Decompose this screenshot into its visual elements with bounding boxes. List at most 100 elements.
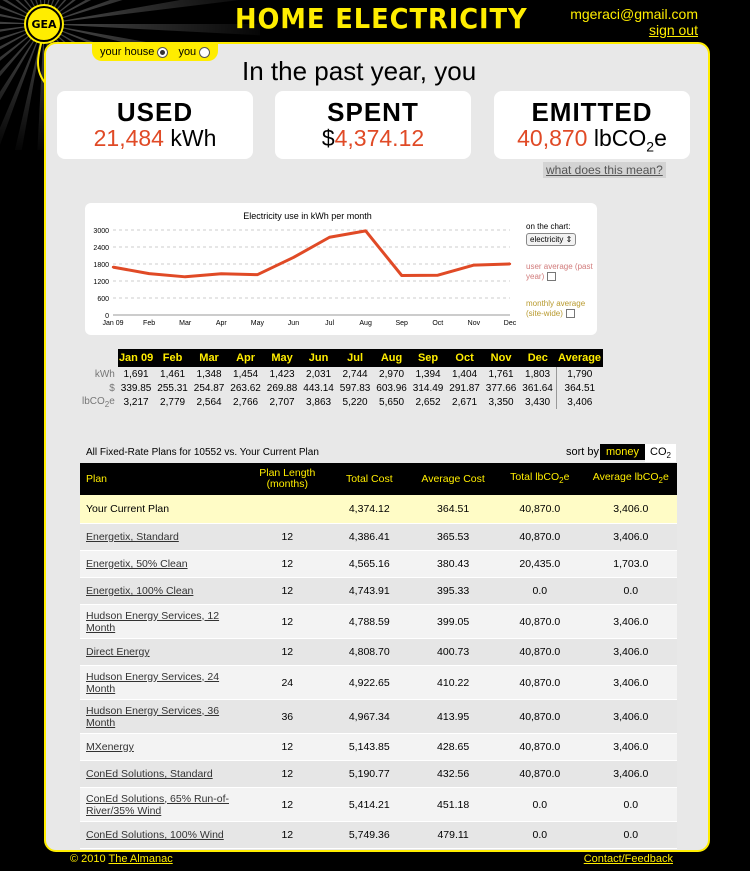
- plan-total-co2-cell: 40,870.0: [495, 604, 585, 639]
- row-label-dollar: $: [109, 382, 115, 394]
- data-point: [328, 236, 331, 239]
- plan-avg-cost-cell: 400.73: [411, 638, 495, 666]
- month-value-cell: 2,779: [160, 396, 186, 408]
- user-average-toggle[interactable]: user average (past year): [526, 262, 594, 282]
- co2-label-tail: e: [109, 395, 115, 407]
- plan-length-cell: 36: [247, 699, 328, 734]
- sort-money-button[interactable]: money: [600, 444, 646, 460]
- x-tick-label: Jan 09: [102, 320, 123, 327]
- plan-name-link[interactable]: ConEd Solutions, 65% Run-of-River/35% Wi…: [86, 793, 229, 817]
- plan-total-cost-cell: 4,743.91: [327, 577, 412, 605]
- x-tick-label: Jul: [325, 320, 334, 327]
- month-header: Jul: [336, 349, 374, 367]
- month-header: Nov: [482, 349, 520, 367]
- month-header: Average: [556, 349, 603, 367]
- plan-length-cell: 12: [247, 577, 328, 605]
- plan-total-co2-cell: 20,435.0: [495, 550, 585, 578]
- scope-toggle: your house you: [92, 43, 219, 61]
- plan-avg-co2-cell: 3,406.0: [584, 665, 677, 700]
- plan-name-link[interactable]: MXenergy: [86, 741, 134, 753]
- on-the-chart-label: on the chart:: [526, 222, 571, 231]
- plan-name-link[interactable]: Hudson Energy Services, 36 Month: [86, 705, 219, 729]
- plan-row: ConEd Solutions, 65% Run-of-River/35% Wi…: [80, 787, 677, 822]
- plan-name-link[interactable]: Direct Energy: [86, 646, 150, 658]
- data-point: [292, 256, 295, 259]
- month-value-cell: 2,031: [306, 368, 332, 380]
- you-option[interactable]: you: [178, 46, 211, 58]
- month-value-cell: 2,744: [342, 368, 368, 380]
- monthly-average-label: monthly average (site-wide): [526, 299, 586, 318]
- data-point: [256, 273, 259, 276]
- month-value-cell: 2,707: [269, 396, 295, 408]
- sort-by-label: sort by:: [566, 446, 603, 458]
- site-title: HOME ELECTRICITY: [235, 2, 528, 35]
- plan-total-co2-cell: 40,870.0: [495, 699, 585, 734]
- x-tick-label: Oct: [432, 320, 443, 327]
- x-tick-label: Sep: [395, 320, 408, 327]
- plan-avg-cost-cell: 428.65: [411, 733, 495, 761]
- user-average-checkbox[interactable]: [547, 272, 557, 282]
- contact-feedback-link[interactable]: Contact/Feedback: [584, 853, 673, 865]
- almanac-link[interactable]: The Almanac: [109, 853, 173, 865]
- month-value-cell: 1,348: [196, 368, 222, 380]
- plan-row: Energetix, 100% Clean 12 4,743.91 395.33 0.0…: [80, 577, 677, 605]
- plan-row: Hudson Energy Services, 36 Month 36 4,967.…: [80, 699, 677, 734]
- month-value-cell: 291.87: [449, 382, 480, 394]
- col-plan: Plan: [80, 463, 248, 495]
- spent-label: SPENT: [327, 97, 419, 127]
- plan-avg-co2-cell: 3,406.0: [584, 604, 677, 639]
- plan-name-link[interactable]: Hudson Energy Services, 12 Month: [86, 610, 219, 634]
- plan-avg-co2-cell: 3,406.0: [584, 638, 677, 666]
- month-header: Jan 09: [117, 349, 155, 367]
- metric-select[interactable]: electricity ⇕: [526, 233, 577, 246]
- select-arrows-icon: ⇕: [565, 235, 573, 244]
- plan-name-link[interactable]: ConEd Solutions, Standard: [86, 768, 213, 780]
- emitted-label: EMITTED: [531, 97, 653, 127]
- plan-name-link[interactable]: Hudson Energy Services, 24 Month: [86, 671, 219, 695]
- user-average-label: user average (past year): [526, 262, 593, 281]
- gea-logo[interactable]: GEA: [26, 6, 62, 42]
- current-plan-avg-co2: 3,406.0: [584, 495, 677, 524]
- your-house-radio[interactable]: [157, 46, 169, 58]
- plan-total-cost-cell: 4,808.70: [327, 638, 412, 666]
- data-point: [508, 262, 512, 266]
- sort-co2-button[interactable]: CO2: [645, 444, 676, 463]
- plan-length-cell: 12: [247, 733, 328, 761]
- plan-name-link[interactable]: Energetix, 100% Clean: [86, 585, 193, 597]
- your-house-option[interactable]: your house: [100, 46, 169, 58]
- month-value-cell: 1,790: [555, 367, 603, 381]
- your-house-label: your house: [100, 46, 155, 58]
- emitted-value-line: 40,870 lbCO2e: [494, 125, 690, 155]
- y-tick-label: 3000: [93, 228, 109, 235]
- plan-name-link[interactable]: Energetix, Standard: [86, 531, 179, 543]
- plan-length-cell: 12: [247, 604, 328, 639]
- used-card: USED 21,484 kWh: [57, 91, 253, 159]
- current-plan-row: Your Current Plan 4,374.12 364.51 40,870…: [80, 495, 677, 524]
- you-radio[interactable]: [199, 46, 211, 58]
- data-point: [436, 274, 440, 277]
- what-does-this-mean-link[interactable]: what does this mean?: [543, 162, 666, 178]
- month-value-cell: 603.96: [376, 382, 407, 394]
- x-tick-label: May: [251, 320, 265, 327]
- month-value-cell: 1,423: [269, 368, 295, 380]
- spent-value-line: $4,374.12: [275, 125, 471, 152]
- plan-name-link[interactable]: ConEd Solutions, 100% Wind: [86, 829, 224, 841]
- x-tick-label: Jun: [288, 320, 299, 327]
- plan-avg-cost-cell: 365.53: [411, 523, 495, 551]
- sign-out-link[interactable]: sign out: [649, 22, 698, 38]
- plan-total-co2-cell: 40,870.0: [495, 665, 585, 700]
- plan-total-cost-cell: 5,414.21: [327, 787, 412, 822]
- month-value-cell: 377.66: [485, 382, 517, 394]
- data-point: [183, 275, 187, 279]
- co2-label: lbCO: [82, 395, 105, 407]
- x-tick-label: Apr: [216, 320, 228, 327]
- plan-row: MXenergy 12 5,143.85 428.65 40,870.0 3,406.0: [80, 733, 677, 761]
- monthly-average-checkbox[interactable]: [565, 309, 575, 319]
- col-total-co2-label: Total lbCO: [510, 470, 560, 483]
- plan-name-link[interactable]: Energetix, 50% Clean: [86, 558, 188, 570]
- monthly-average-toggle[interactable]: monthly average (site-wide): [526, 299, 594, 319]
- plan-avg-co2-cell: 3,406.0: [584, 699, 677, 734]
- plan-name-cell: Energetix, 50% Clean: [80, 550, 248, 578]
- plan-total-cost-cell: 5,190.77: [327, 760, 412, 788]
- x-tick-label: Mar: [179, 320, 192, 327]
